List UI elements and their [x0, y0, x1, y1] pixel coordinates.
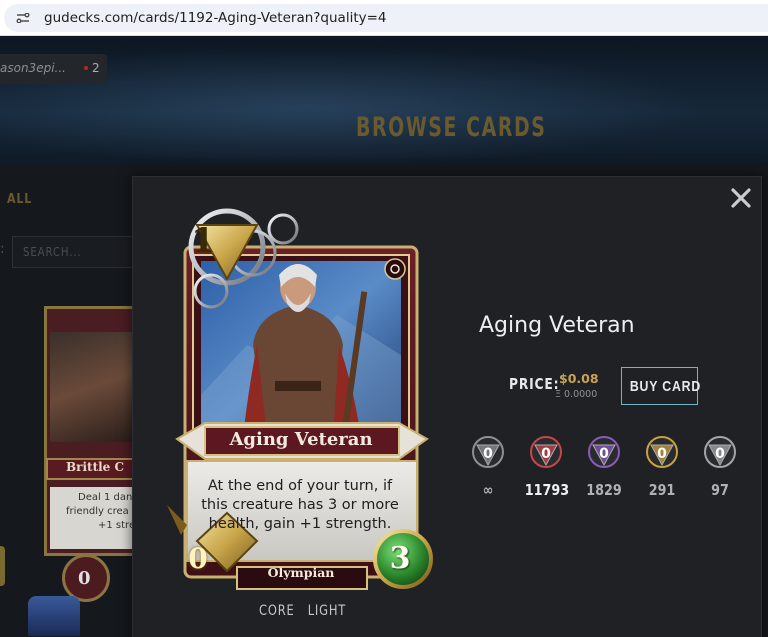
hero-glow	[0, 36, 768, 164]
card-set-row: CORE LIGHT	[259, 603, 359, 619]
card-description: At the end of your turn, if this creatur…	[201, 478, 399, 532]
card-detail-modal: 1 Aging Veteran At the end of your turn,…	[132, 176, 762, 637]
url-text: gudecks.com/cards/1192-Aging-Veteran?qua…	[44, 10, 387, 26]
quality-gem-icon[interactable]: 0	[587, 435, 621, 469]
svg-text:0: 0	[541, 446, 551, 462]
site-settings-icon[interactable]	[16, 13, 30, 23]
price-eth: Ξ 0.0000	[555, 389, 598, 400]
card-health: 3	[389, 541, 411, 576]
card-tribe: Olympian	[267, 565, 335, 580]
search-placeholder: SEARCH...	[23, 245, 82, 259]
quality-gem-icon[interactable]: 0	[471, 435, 505, 469]
price-usd: $0.08	[559, 371, 599, 386]
buy-card-button[interactable]: BUY CARD	[621, 367, 702, 405]
page-title: BROWSE CARDS	[356, 112, 547, 143]
background-card[interactable]: Brittle C Deal 1 dan friendly crea +1 st…	[30, 292, 140, 602]
quality-count: ∞	[482, 481, 494, 499]
price-label: PRICE:	[509, 375, 560, 393]
quality-count: 11793	[524, 481, 570, 499]
scroll-edge	[0, 546, 5, 586]
svg-text:0: 0	[483, 446, 493, 462]
card-god: LIGHT	[307, 603, 347, 619]
background-card-art	[50, 332, 134, 442]
background-card-text-line: Deal 1 dan	[78, 492, 133, 503]
next-card-icon[interactable]	[28, 596, 80, 636]
notification-count: 2	[92, 61, 100, 75]
user-chip[interactable]: ason3epi... 2	[0, 54, 107, 84]
svg-text:0: 0	[715, 446, 725, 462]
quality-count: 291	[648, 481, 676, 499]
card-title: Aging Veteran	[479, 313, 635, 338]
card-god-symbol: 1	[191, 221, 215, 261]
quality-gem-icon[interactable]: 0	[529, 435, 563, 469]
notification-dot-icon	[84, 66, 88, 70]
card-attack: 0	[188, 542, 208, 575]
search-label-icon: :	[0, 241, 5, 257]
background-card-name: Brittle C	[66, 460, 125, 474]
quality-gem-icon[interactable]: 0	[703, 435, 737, 469]
svg-text:0: 0	[657, 446, 667, 462]
card-set: CORE	[259, 603, 295, 619]
quality-gem-icon[interactable]: 0	[645, 435, 679, 469]
url-field[interactable]: gudecks.com/cards/1192-Aging-Veteran?qua…	[4, 4, 768, 32]
browser-address-bar: gudecks.com/cards/1192-Aging-Veteran?qua…	[0, 0, 768, 36]
search-input[interactable]: SEARCH...	[12, 236, 137, 268]
user-name: ason3epi...	[0, 61, 66, 75]
background-card-text-line: friendly crea	[66, 506, 129, 517]
close-icon[interactable]	[728, 185, 754, 211]
card-name: Aging Veteran	[229, 429, 373, 450]
svg-text:0: 0	[599, 446, 609, 462]
buy-card-label: BUY CARD	[629, 377, 702, 395]
quality-count: 1829	[586, 481, 622, 499]
filter-all-tab[interactable]: ALL	[7, 192, 32, 207]
quality-count: 97	[711, 481, 729, 499]
background-card-text-line: +1 stre	[98, 520, 136, 531]
page: ason3epi... 2 BROWSE CARDS ALL : SEARCH.…	[0, 36, 768, 637]
background-card-mana: 0	[78, 568, 91, 589]
